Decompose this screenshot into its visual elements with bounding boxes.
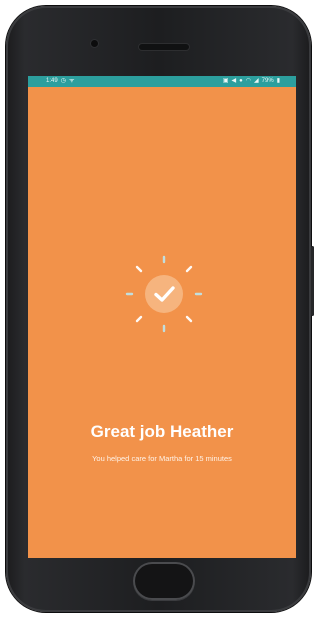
wifi-icon: ◠: [245, 78, 252, 84]
cell-signal-icon: ◢: [254, 78, 259, 84]
signal-activity-icon: ᯤ: [68, 78, 75, 84]
device-frame-stage: 1:49 ◷ ᯤ ▣ ◀ ● ◠ ◢ 79% ▮ Great job Heath…: [0, 0, 328, 619]
success-title: Great job Heather: [90, 422, 234, 441]
battery-icon: ▮: [276, 78, 280, 84]
front-camera: [91, 40, 98, 47]
home-button[interactable]: [133, 562, 195, 600]
status-bar-right: ▣ ◀ ● ◠ ◢ 79% ▮: [223, 76, 280, 87]
app-screen: 1:49 ◷ ᯤ ▣ ◀ ● ◠ ◢ 79% ▮ Great job Heath…: [28, 76, 296, 558]
success-burst: [124, 254, 204, 334]
earpiece-speaker: [139, 44, 189, 50]
battery-percent: 79%: [261, 78, 274, 84]
side-button: [311, 246, 314, 316]
status-time: 1:49: [46, 78, 58, 84]
clock-icon: ◷: [60, 78, 66, 84]
check-circle: [145, 275, 183, 313]
checkmark-icon: [154, 286, 175, 302]
vibrate-icon: ▣: [222, 78, 229, 84]
location-icon: ●: [239, 78, 243, 84]
success-subtitle: You helped care for Martha for 15 minute…: [92, 454, 232, 463]
status-bar: 1:49 ◷ ᯤ ▣ ◀ ● ◠ ◢ 79% ▮: [28, 76, 296, 87]
mute-icon: ◀: [231, 78, 237, 84]
status-bar-left: 1:49 ◷ ᯤ: [46, 76, 74, 87]
